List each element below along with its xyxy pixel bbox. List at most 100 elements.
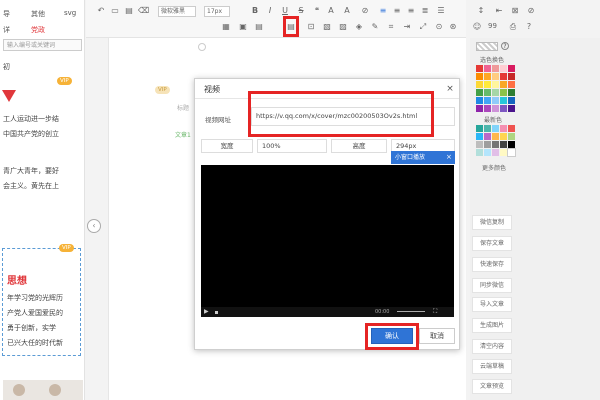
canvas-settings-icon[interactable] bbox=[198, 43, 206, 51]
list-icon[interactable]: ☰ bbox=[436, 6, 446, 16]
collapse-panel-icon[interactable]: ‹ bbox=[87, 219, 101, 233]
strike-button[interactable]: S bbox=[296, 6, 306, 16]
pip-bar[interactable]: 小窗口播放 × bbox=[391, 151, 455, 164]
color-swatch[interactable] bbox=[476, 133, 483, 140]
line-height-value[interactable]: 99 bbox=[488, 22, 497, 30]
video-preview[interactable]: ▶ 00:00 ⛶ bbox=[201, 165, 454, 317]
color-swatch[interactable] bbox=[500, 105, 507, 112]
color-swatch[interactable] bbox=[492, 149, 499, 156]
color-swatch[interactable] bbox=[484, 133, 491, 140]
template-card-2[interactable]: VIP 思想 年学习党的光辉历 产党人爱国爱民的 勇于创新，实学 已兴大任的时代… bbox=[2, 244, 81, 356]
tab-other[interactable]: 其他 bbox=[31, 9, 45, 19]
color-swatch[interactable] bbox=[484, 65, 491, 72]
color-swatch[interactable] bbox=[484, 105, 491, 112]
color-swatch[interactable] bbox=[508, 65, 515, 72]
align-center-icon[interactable]: ≡ bbox=[392, 6, 402, 16]
ai-icon[interactable]: ⊛ bbox=[448, 22, 458, 32]
font-color-button[interactable]: A bbox=[326, 6, 336, 16]
color-swatch[interactable] bbox=[508, 133, 515, 140]
font-family-select[interactable]: 微软雅黑 bbox=[158, 6, 196, 17]
color-swatch[interactable] bbox=[508, 97, 515, 104]
font-bg-button[interactable]: A bbox=[342, 6, 352, 16]
color-swatch[interactable] bbox=[500, 125, 507, 132]
color-swatch[interactable] bbox=[484, 73, 491, 80]
color-swatch[interactable] bbox=[508, 105, 515, 112]
tab-party[interactable]: 党政 bbox=[31, 25, 45, 35]
color-swatch[interactable] bbox=[476, 141, 483, 148]
brush-icon[interactable]: ✎ bbox=[370, 22, 380, 32]
close-icon[interactable]: × bbox=[445, 84, 455, 94]
color-swatch[interactable] bbox=[484, 141, 491, 148]
search-icon[interactable]: ⊙ bbox=[434, 22, 444, 32]
more-colors-link[interactable]: 更多颜色 bbox=[482, 163, 506, 172]
help-icon[interactable]: ? bbox=[524, 22, 534, 32]
color-swatch[interactable] bbox=[508, 89, 515, 96]
color-swatch[interactable] bbox=[492, 81, 499, 88]
clear-icon[interactable]: ⊘ bbox=[526, 6, 536, 16]
color-swatch[interactable] bbox=[507, 148, 516, 157]
new-doc-icon[interactable]: ▭ bbox=[110, 6, 120, 16]
color-swatch[interactable] bbox=[508, 125, 515, 132]
cancel-button[interactable]: 取消 bbox=[419, 328, 455, 344]
align-justify-icon[interactable]: ≣ bbox=[420, 6, 430, 16]
color-swatch[interactable] bbox=[484, 81, 491, 88]
color-swatch[interactable] bbox=[476, 105, 483, 112]
color-swatch[interactable] bbox=[500, 149, 507, 156]
indent-icon[interactable]: ⇥ bbox=[402, 22, 412, 32]
confirm-button[interactable]: 确认 bbox=[371, 328, 413, 344]
color-swatch[interactable] bbox=[492, 97, 499, 104]
cloud-draft-button[interactable]: 云端草稿 bbox=[472, 359, 512, 374]
color-swatch[interactable] bbox=[476, 65, 483, 72]
volume-slider[interactable] bbox=[397, 311, 425, 312]
tab-svg[interactable]: svg bbox=[64, 9, 76, 17]
table-icon[interactable]: ▦ bbox=[221, 22, 231, 32]
color-swatch[interactable] bbox=[508, 81, 515, 88]
color-swatch[interactable] bbox=[500, 89, 507, 96]
color-swatch[interactable] bbox=[500, 97, 507, 104]
color-swatch[interactable] bbox=[500, 81, 507, 88]
template-thumbnail[interactable] bbox=[3, 380, 83, 400]
color-swatch[interactable] bbox=[500, 65, 507, 72]
stop-icon[interactable] bbox=[215, 311, 218, 314]
help-icon[interactable]: ? bbox=[501, 42, 509, 50]
link-icon[interactable]: ⊡ bbox=[306, 22, 316, 32]
line-height-icon[interactable]: ↕ bbox=[476, 6, 486, 16]
quote-icon[interactable]: ❝ bbox=[312, 6, 322, 16]
color-swatch[interactable] bbox=[484, 125, 491, 132]
color-swatch[interactable] bbox=[476, 149, 483, 156]
image-icon[interactable]: ▣ bbox=[238, 22, 248, 32]
color-swatch[interactable] bbox=[492, 105, 499, 112]
color-swatch[interactable] bbox=[476, 125, 483, 132]
bold-button[interactable]: B bbox=[250, 6, 260, 16]
align-right-icon[interactable]: ≡ bbox=[406, 6, 416, 16]
color-swatch[interactable] bbox=[492, 65, 499, 72]
color-swatch[interactable] bbox=[476, 89, 483, 96]
import-article-button[interactable]: 导入文章 bbox=[472, 297, 512, 312]
format-icon[interactable]: ⌫ bbox=[138, 6, 149, 16]
tab-detail[interactable]: 详 bbox=[3, 25, 10, 35]
paste-icon[interactable]: ▤ bbox=[124, 6, 134, 16]
divider-icon[interactable]: ▨ bbox=[338, 22, 348, 32]
fullscreen-icon[interactable]: ⛶ bbox=[433, 308, 437, 316]
expand-icon[interactable]: ⤢ bbox=[418, 22, 428, 32]
italic-button[interactable]: I bbox=[265, 6, 275, 16]
color-swatch[interactable] bbox=[492, 125, 499, 132]
clear-content-button[interactable]: 清空内容 bbox=[472, 339, 512, 354]
color-swatch[interactable] bbox=[484, 149, 491, 156]
format-brush-icon[interactable]: ⊠ bbox=[510, 6, 520, 16]
formula-icon[interactable]: ⌗ bbox=[386, 22, 396, 32]
emoji-icon[interactable]: ▧ bbox=[322, 22, 332, 32]
color-swatch[interactable] bbox=[500, 141, 507, 148]
code-icon[interactable]: ◈ bbox=[354, 22, 364, 32]
underline-button[interactable]: U bbox=[280, 6, 290, 16]
color-swatch[interactable] bbox=[492, 133, 499, 140]
sync-wechat-button[interactable]: 同步微信 bbox=[472, 278, 512, 293]
tab-partial[interactable]: 导 bbox=[3, 9, 10, 19]
print-icon[interactable]: ⎙ bbox=[508, 22, 518, 32]
color-swatch[interactable] bbox=[508, 141, 515, 148]
color-swatch[interactable] bbox=[492, 141, 499, 148]
color-swatch[interactable] bbox=[476, 73, 483, 80]
quick-save-button[interactable]: 快速保存 bbox=[472, 257, 512, 272]
wechat-copy-button[interactable]: 微信复制 bbox=[472, 215, 512, 230]
color-swatch[interactable] bbox=[500, 133, 507, 140]
